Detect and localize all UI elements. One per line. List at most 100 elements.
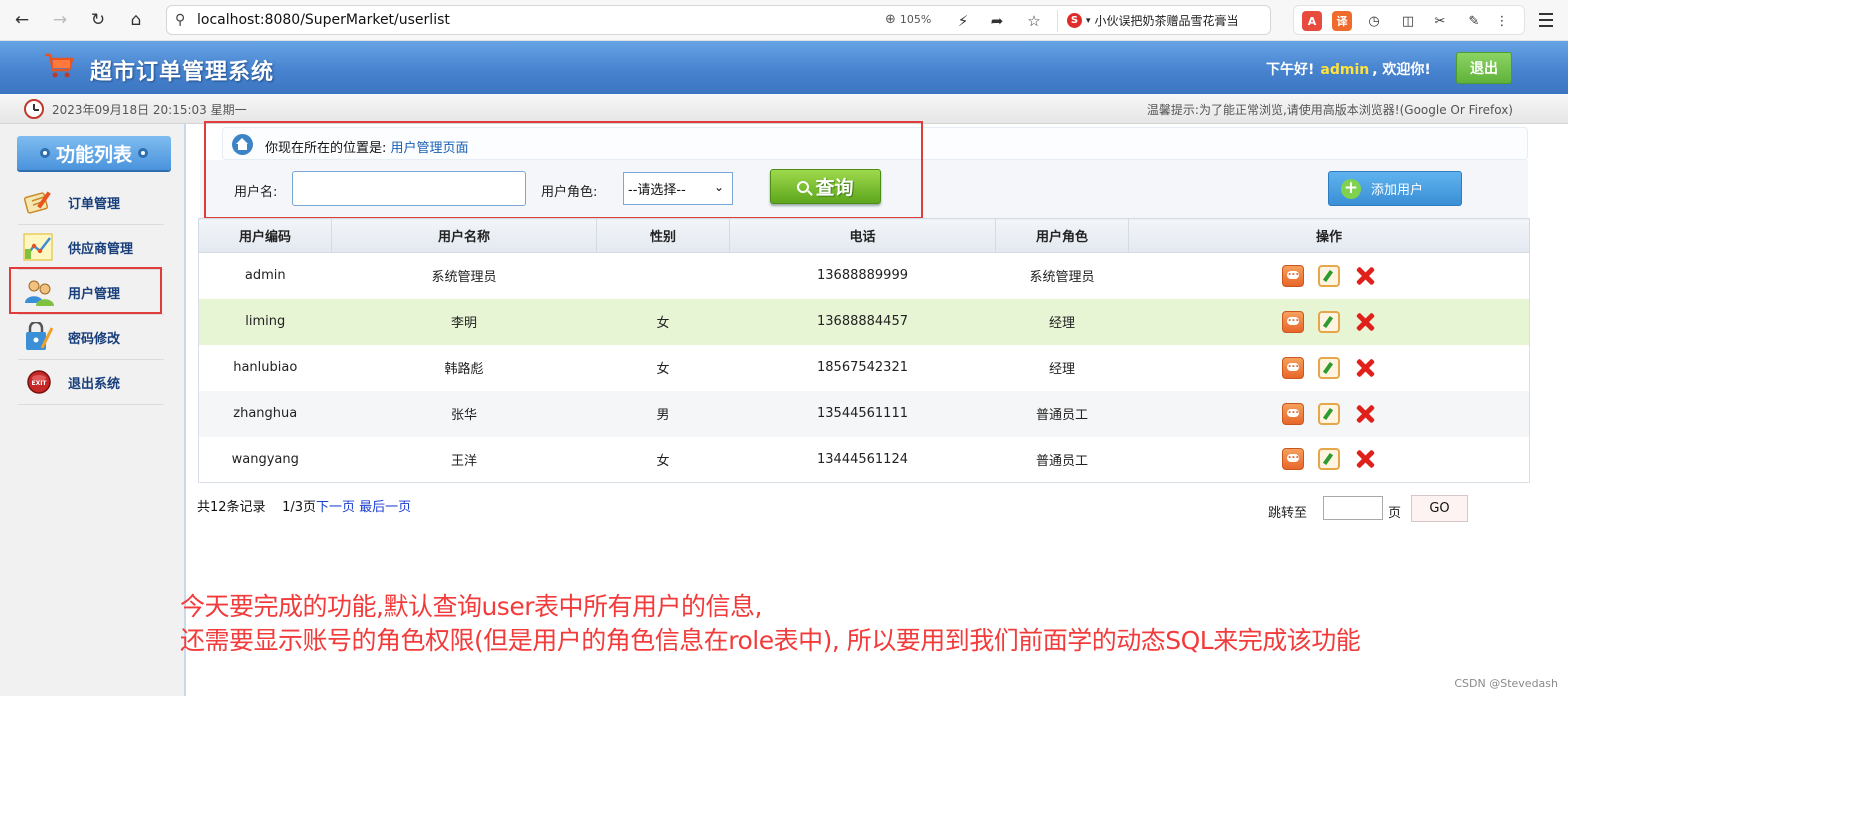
- highlight-box-sidebar: [9, 267, 162, 314]
- svg-text:EXIT: EXIT: [31, 380, 47, 387]
- cell-user-code: liming: [198, 298, 332, 345]
- more-icon[interactable]: ⋮: [1492, 11, 1512, 31]
- jump-page-input[interactable]: [1323, 496, 1383, 520]
- edit-icon[interactable]: [1317, 264, 1340, 287]
- history-icon[interactable]: ◷: [1364, 11, 1384, 31]
- add-user-button[interactable]: + 添加用户: [1328, 171, 1462, 206]
- cell-role: 经理: [995, 298, 1129, 345]
- extensions-group: A 译 ◷ ◫ ✂ ✎ ⋮: [1293, 5, 1525, 35]
- view-icon[interactable]: [1281, 356, 1304, 379]
- bullet-icon: [138, 148, 148, 158]
- current-page: 1/3页: [282, 500, 317, 515]
- cell-user-code: admin: [198, 252, 332, 299]
- last-page-link[interactable]: 最后一页: [359, 500, 411, 515]
- function-list-label: 功能列表: [55, 143, 132, 166]
- bullet-icon: [39, 148, 50, 158]
- home-icon[interactable]: ⌂: [124, 8, 148, 32]
- column-header: 用户编码: [198, 218, 332, 253]
- cell-actions: [1128, 252, 1530, 299]
- delete-icon[interactable]: [1354, 311, 1376, 333]
- table-row: wangyang 王洋 女 13444561124 普通员工: [198, 436, 1530, 483]
- cell-user-code: hanlubiao: [198, 344, 332, 391]
- promo-news[interactable]: S ▾ 小伙误把奶茶赠品雪花膏当: [1067, 12, 1239, 29]
- lightning-icon[interactable]: ⚡: [953, 11, 973, 31]
- cell-phone: 18567542321: [729, 344, 996, 391]
- cell-user-name: 系统管理员: [331, 252, 597, 299]
- add-user-label: 添加用户: [1371, 183, 1424, 198]
- reload-icon[interactable]: ↻: [86, 8, 110, 32]
- next-page-link[interactable]: 下一页: [316, 500, 355, 515]
- pen-icon[interactable]: ✎: [1464, 11, 1484, 31]
- cell-phone: 13688884457: [729, 298, 996, 345]
- cell-actions: [1128, 436, 1530, 483]
- view-icon[interactable]: [1281, 448, 1304, 471]
- edit-icon[interactable]: [1317, 402, 1340, 425]
- edit-icon[interactable]: [1317, 448, 1340, 471]
- cell-gender: 男: [596, 390, 730, 437]
- supplier-icon: [23, 233, 53, 261]
- exit-icon: EXIT: [27, 370, 51, 394]
- info-bar: 2023年09月18日 20:15:03 星期一 温馨提示:为了能正常浏览,请使…: [0, 94, 1568, 124]
- annotation-line-1: 今天要完成的功能,默认查询user表中所有用户的信息,: [180, 592, 762, 621]
- address-bar[interactable]: ⚲ localhost:8080/SuperMarket/userlist ⊕ …: [166, 5, 1271, 35]
- cell-role: 普通员工: [995, 436, 1129, 483]
- cell-phone: 13444561124: [729, 436, 996, 483]
- sidebar-item-orders[interactable]: 订单管理: [18, 180, 164, 225]
- view-icon[interactable]: [1281, 264, 1304, 287]
- sidebar-item-exit[interactable]: EXIT 退出系统: [18, 360, 164, 405]
- browser-tip: 温馨提示:为了能正常浏览,请使用高版本浏览器!(Google Or Firefo…: [1146, 103, 1513, 117]
- sidebar-item-password[interactable]: 密码修改: [18, 315, 164, 360]
- delete-icon[interactable]: [1354, 403, 1376, 425]
- translate-extension-icon[interactable]: 译: [1332, 11, 1352, 31]
- zoom-icon: ⊕: [885, 12, 896, 27]
- browser-toolbar: ← → ↻ ⌂ ⚲ localhost:8080/SuperMarket/use…: [0, 0, 1568, 41]
- table-row: liming 李明 女 13688884457 经理: [198, 298, 1530, 345]
- cell-user-code: wangyang: [198, 436, 332, 483]
- cell-user-name: 韩路彪: [331, 344, 597, 391]
- back-arrow-icon[interactable]: ←: [10, 8, 34, 32]
- search-engine-logo-icon: S: [1067, 13, 1082, 28]
- edit-icon[interactable]: [1317, 356, 1340, 379]
- view-icon[interactable]: [1281, 310, 1304, 333]
- sidebar-item-suppliers[interactable]: 供应商管理: [18, 225, 164, 270]
- column-header: 性别: [596, 218, 730, 253]
- view-icon[interactable]: [1281, 402, 1304, 425]
- cell-phone: 13688889999: [729, 252, 996, 299]
- column-header: 电话: [729, 218, 996, 253]
- edit-icon[interactable]: [1317, 310, 1340, 333]
- greeting-text: 下午好!: [1266, 62, 1315, 78]
- share-icon[interactable]: ➦: [987, 11, 1007, 31]
- reader-icon[interactable]: ◫: [1398, 11, 1418, 31]
- highlight-box-search: [204, 121, 923, 219]
- cell-gender: 女: [596, 436, 730, 483]
- sidebar-item-label: 供应商管理: [68, 241, 134, 257]
- column-header: 操作: [1128, 218, 1530, 253]
- delete-icon[interactable]: [1354, 265, 1376, 287]
- cell-role: 系统管理员: [995, 252, 1129, 299]
- logout-button[interactable]: 退出: [1456, 52, 1512, 84]
- search-icon: ⚲: [175, 12, 186, 28]
- welcome-text: , 欢迎你!: [1372, 62, 1431, 78]
- cell-user-name: 王洋: [331, 436, 597, 483]
- screenshot-icon[interactable]: ✂: [1430, 11, 1450, 31]
- sidebar-item-label: 密码修改: [68, 331, 121, 347]
- pdf-extension-icon[interactable]: A: [1302, 11, 1322, 31]
- forward-arrow-icon[interactable]: →: [48, 8, 72, 32]
- star-icon[interactable]: ☆: [1024, 11, 1044, 31]
- sidebar-item-label: 退出系统: [68, 376, 121, 392]
- table-row: zhanghua 张华 男 13544561111 普通员工: [198, 390, 1530, 437]
- divider: [1057, 10, 1058, 32]
- zoom-indicator[interactable]: ⊕ 105%: [885, 12, 931, 27]
- delete-icon[interactable]: [1354, 448, 1376, 470]
- password-icon: [26, 322, 54, 350]
- table-row: hanlubiao 韩路彪 女 18567542321 经理: [198, 344, 1530, 391]
- menu-icon[interactable]: [1537, 9, 1555, 31]
- cell-actions: [1128, 390, 1530, 437]
- watermark: CSDN @Stevedash: [1454, 677, 1558, 690]
- go-button[interactable]: GO: [1411, 495, 1468, 522]
- delete-icon[interactable]: [1354, 357, 1376, 379]
- clock-icon: [24, 99, 44, 119]
- function-list-title: 功能列表: [17, 136, 171, 170]
- order-icon: [23, 191, 51, 214]
- url-text: localhost:8080/SuperMarket/userlist: [197, 12, 450, 28]
